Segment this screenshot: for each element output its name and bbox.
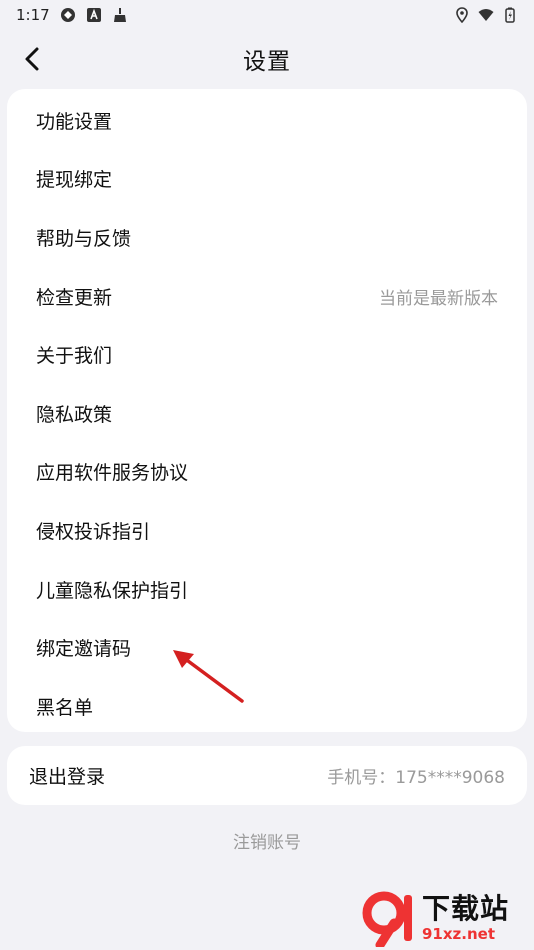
menu-item-label: 儿童隐私保护指引	[36, 579, 189, 602]
menu-item-label: 绑定邀请码	[36, 638, 132, 661]
deregister-account-link[interactable]: 注销账号	[0, 828, 534, 853]
menu-item-label: 黑名单	[36, 696, 94, 719]
phone-number-text: 手机号：175****9068	[327, 768, 505, 788]
menu-item-blacklist[interactable]: 黑名单	[7, 677, 527, 736]
menu-item-label: 侵权投诉指引	[36, 520, 151, 543]
menu-item-about-us[interactable]: 关于我们	[7, 325, 527, 384]
site-logo-icon	[362, 891, 412, 947]
menu-item-label: 提现绑定	[36, 169, 113, 192]
menu-item-bind-invite-code[interactable]: 绑定邀请码	[7, 618, 527, 677]
wifi-icon	[478, 9, 494, 21]
menu-item-label: 隐私政策	[36, 403, 113, 426]
location-icon	[456, 7, 468, 23]
menu-item-infringement-guide[interactable]: 侵权投诉指引	[7, 501, 527, 560]
logout-row[interactable]: 退出登录 手机号：175****9068	[7, 746, 527, 805]
status-bar: 1:17	[0, 0, 534, 30]
sync-icon	[60, 8, 75, 22]
status-time: 1:17	[16, 6, 50, 24]
watermark-url: 91xz.net	[422, 924, 496, 943]
chevron-left-icon	[25, 47, 39, 71]
menu-item-label: 功能设置	[36, 110, 113, 133]
menu-item-label: 应用软件服务协议	[36, 462, 189, 485]
menu-item-withdraw-binding[interactable]: 提现绑定	[7, 150, 527, 209]
battery-icon	[505, 7, 515, 23]
menu-item-check-update[interactable]: 检查更新 当前是最新版本	[7, 267, 527, 326]
status-right	[454, 7, 518, 23]
menu-item-label: 关于我们	[36, 345, 113, 368]
menu-item-child-privacy-guide[interactable]: 儿童隐私保护指引	[7, 560, 527, 619]
watermark-logo: 下载站 91xz.net	[360, 888, 530, 948]
menu-item-label: 帮助与反馈	[36, 227, 132, 250]
update-status-text: 当前是最新版本	[379, 288, 498, 309]
a-badge-icon	[86, 8, 101, 22]
cleaner-icon	[113, 8, 126, 22]
header-bar: 设置	[0, 36, 534, 82]
watermark-text: 下载站 91xz.net	[422, 891, 510, 943]
logout-label: 退出登录	[29, 766, 106, 788]
menu-item-help-feedback[interactable]: 帮助与反馈	[7, 208, 527, 267]
menu-item-label: 检查更新	[36, 286, 113, 309]
settings-menu-card: 功能设置 提现绑定 帮助与反馈 检查更新 当前是最新版本 关于我们 隐私政策 应…	[7, 89, 527, 732]
page-title: 设置	[243, 49, 291, 75]
status-left: 1:17	[16, 6, 128, 24]
menu-item-service-agreement[interactable]: 应用软件服务协议	[7, 443, 527, 502]
menu-item-privacy-policy[interactable]: 隐私政策	[7, 384, 527, 443]
back-button[interactable]	[16, 42, 48, 76]
menu-item-feature-settings[interactable]: 功能设置	[7, 91, 527, 150]
annotation-arrow-icon	[173, 650, 244, 703]
watermark-title: 下载站	[422, 891, 510, 925]
